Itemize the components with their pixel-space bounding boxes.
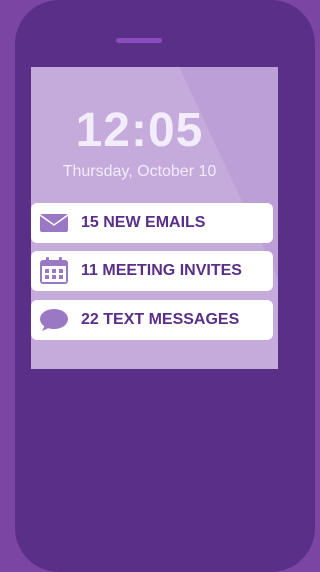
calendar-icon [39, 257, 69, 285]
phone-speaker [116, 38, 162, 43]
clock-time: 12:05 [75, 104, 204, 157]
notification-label: 11 MEETING INVITES [81, 262, 242, 279]
notification-label: 15 NEW EMAILS [81, 214, 206, 231]
notification-label: 22 TEXT MESSAGES [81, 311, 240, 328]
notification-meetings[interactable]: 11 MEETING INVITES [31, 251, 273, 291]
notification-emails[interactable]: 15 NEW EMAILS [31, 203, 273, 243]
notification-messages[interactable]: 22 TEXT MESSAGES [31, 300, 273, 340]
chat-bubble-icon [39, 308, 69, 332]
clock-date: Thursday, October 10 [62, 163, 217, 180]
envelope-icon [39, 213, 69, 233]
